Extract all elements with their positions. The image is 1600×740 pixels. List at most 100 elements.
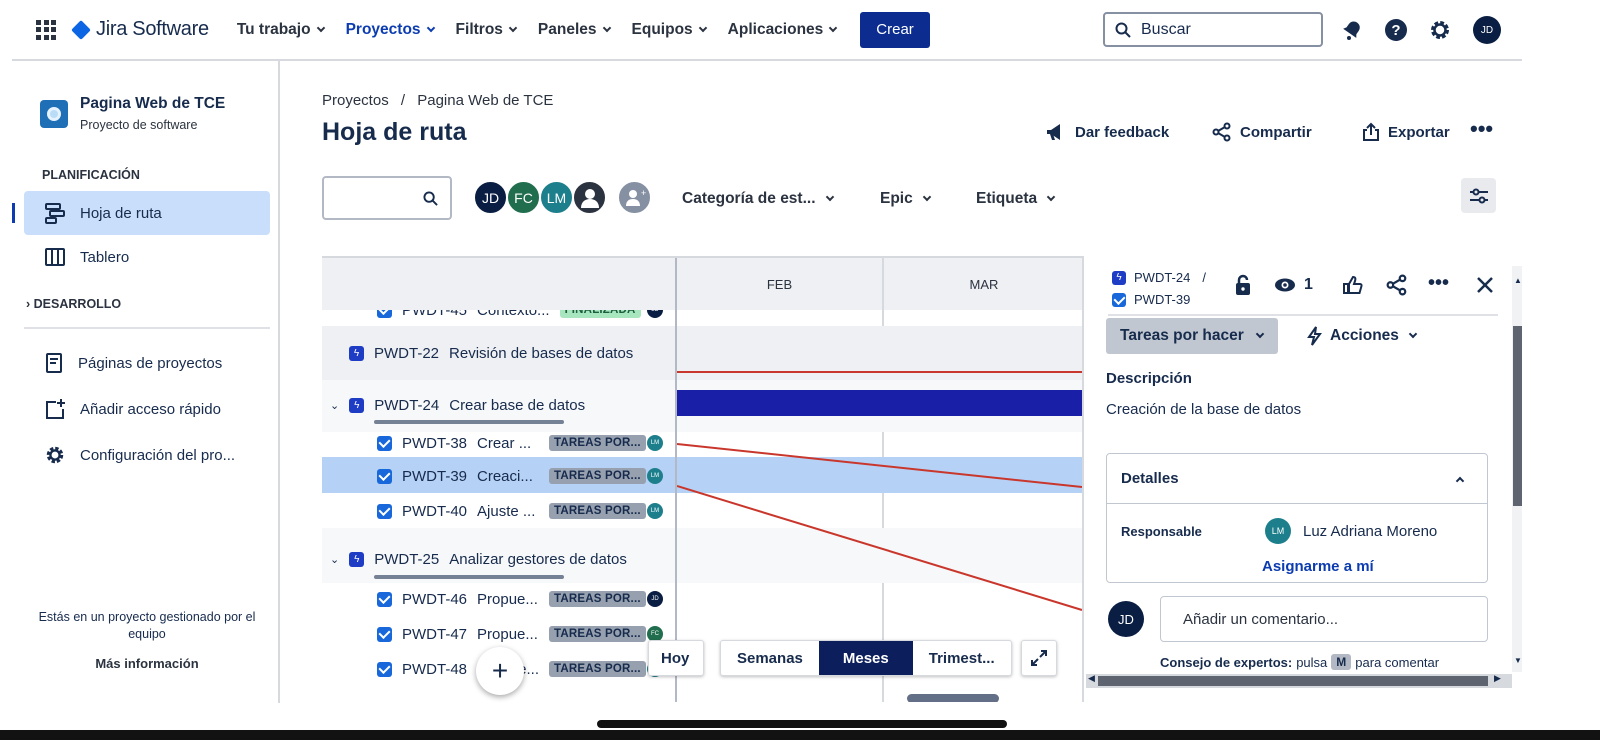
sidebar-item-label: Añadir acceso rápido bbox=[80, 400, 221, 418]
sidebar-item-label: Páginas de proyectos bbox=[78, 354, 223, 372]
more-actions-icon[interactable]: ••• bbox=[1470, 116, 1493, 142]
jira-logo[interactable]: Jira Software bbox=[68, 18, 209, 41]
status-category-filter[interactable]: Categoría de est... bbox=[682, 190, 834, 208]
epic-icon: ϟ bbox=[349, 345, 364, 361]
task-icon bbox=[1112, 292, 1126, 307]
search-input[interactable]: Buscar bbox=[1103, 12, 1323, 47]
issue-summary: Analizar gestores de datos bbox=[449, 550, 627, 568]
comment-input[interactable]: Añadir un comentario... bbox=[1160, 596, 1488, 642]
today-button[interactable]: Hoy bbox=[648, 640, 704, 676]
sidebar-item-add-shortcut[interactable]: Añadir acceso rápido bbox=[24, 387, 270, 431]
quarters-option[interactable]: Trimest... bbox=[913, 641, 1011, 675]
details-title: Detalles bbox=[1121, 470, 1179, 487]
parent-breadcrumb[interactable]: ϟ PWDT-24 / bbox=[1112, 270, 1206, 285]
avatar-filter-jd[interactable]: JD bbox=[473, 180, 508, 215]
share-icon[interactable] bbox=[1386, 274, 1408, 296]
nav-equipos[interactable]: Equipos bbox=[632, 21, 707, 39]
development-section[interactable]: › DESARROLLO bbox=[26, 297, 121, 311]
epic-filter[interactable]: Epic bbox=[880, 190, 931, 208]
sidebar-item-project-pages[interactable]: Páginas de proyectos bbox=[24, 341, 270, 385]
nav-paneles[interactable]: Paneles bbox=[538, 21, 611, 39]
status-dropdown[interactable]: Tareas por hacer bbox=[1106, 318, 1278, 354]
issue-summary: Crear base de datos bbox=[449, 396, 586, 414]
status-badge: TAREAS POR... bbox=[549, 626, 646, 642]
table-row[interactable]: PWDT-47 Propue... TAREAS POR... FC bbox=[322, 621, 677, 647]
vertical-scrollbar-thumb[interactable] bbox=[1513, 326, 1522, 506]
nav-label: Proyectos bbox=[345, 20, 421, 38]
issue-key: PWDT-48 bbox=[402, 660, 468, 678]
close-icon[interactable] bbox=[1476, 276, 1494, 294]
label-filter[interactable]: Etiqueta bbox=[976, 190, 1056, 208]
thumbs-up-icon[interactable] bbox=[1342, 274, 1364, 296]
chevron-down-icon bbox=[1408, 329, 1418, 339]
watchers-count: 1 bbox=[1304, 276, 1313, 293]
notifications-icon[interactable] bbox=[1340, 18, 1364, 42]
planning-section-title: PLANIFICACIÓN bbox=[42, 168, 140, 182]
breadcrumb-projects[interactable]: Proyectos bbox=[322, 92, 389, 109]
more-options-icon[interactable]: ••• bbox=[1428, 272, 1449, 295]
nav-aplicaciones[interactable]: Aplicaciones bbox=[728, 21, 838, 39]
create-issue-button[interactable]: + bbox=[476, 647, 524, 695]
scroll-left-icon[interactable]: ◀ bbox=[1088, 673, 1095, 684]
user-avatar[interactable]: JD bbox=[1473, 16, 1501, 44]
chevron-down-icon[interactable]: ⌄ bbox=[330, 553, 339, 566]
issue-key: PWDT-22 bbox=[374, 344, 440, 362]
export-button[interactable]: Exportar bbox=[1362, 122, 1450, 142]
table-row[interactable]: PWDT-46 Propue... TAREAS POR... JD bbox=[322, 586, 677, 612]
issue-key-link[interactable]: PWDT-39 bbox=[1112, 292, 1190, 307]
help-icon[interactable]: ? bbox=[1384, 18, 1408, 42]
settings-gear-icon[interactable] bbox=[1428, 18, 1452, 42]
roadmap-search-input[interactable] bbox=[322, 176, 452, 220]
share-button[interactable]: Compartir bbox=[1212, 122, 1312, 142]
description-text[interactable]: Creación de la base de datos bbox=[1106, 401, 1301, 418]
nav-proyectos[interactable]: Proyectos bbox=[345, 20, 435, 39]
weeks-option[interactable]: Semanas bbox=[721, 641, 819, 675]
actions-dropdown[interactable]: Acciones bbox=[1306, 326, 1418, 346]
unlock-icon[interactable] bbox=[1234, 274, 1252, 296]
horizontal-scrollbar[interactable] bbox=[907, 694, 999, 702]
create-button[interactable]: Crear bbox=[860, 11, 930, 48]
project-header[interactable]: Pagina Web de TCE Proyecto de software bbox=[40, 95, 225, 132]
table-row[interactable]: PWDT-40 Ajuste ... TAREAS POR... LM bbox=[322, 498, 677, 524]
selected-indicator bbox=[12, 203, 15, 223]
export-label: Exportar bbox=[1388, 123, 1450, 141]
status-badge: TAREAS POR... bbox=[549, 591, 646, 607]
table-row[interactable]: PWDT-39 Creaci... TAREAS POR... LM bbox=[322, 463, 677, 489]
add-people-icon[interactable]: + bbox=[617, 180, 652, 215]
avatar-filter-lm[interactable]: LM bbox=[539, 180, 574, 215]
filter-label: Etiqueta bbox=[976, 190, 1038, 207]
table-row[interactable]: PWDT-38 Crear ... TAREAS POR... LM bbox=[322, 430, 677, 456]
issue-key: PWDT-40 bbox=[402, 502, 468, 520]
app-switcher-icon[interactable] bbox=[36, 19, 56, 40]
scroll-up-icon[interactable]: ▲ bbox=[1514, 276, 1522, 285]
months-option[interactable]: Meses bbox=[818, 641, 913, 675]
sidebar-item-project-settings[interactable]: Configuración del pro... bbox=[24, 433, 270, 477]
avatar-filter-fc[interactable]: FC bbox=[506, 180, 541, 215]
view-settings-button[interactable] bbox=[1461, 178, 1496, 213]
page-title: Hoja de ruta bbox=[322, 118, 467, 146]
issue-summary: Propue... bbox=[477, 590, 538, 608]
nav-filtros[interactable]: Filtros bbox=[456, 21, 518, 39]
assignee-field[interactable]: LM Luz Adriana Moreno bbox=[1265, 518, 1437, 544]
sidebar-item-board[interactable]: Tablero bbox=[24, 235, 270, 279]
task-icon bbox=[377, 503, 392, 519]
nav-tu-trabajo[interactable]: Tu trabajo bbox=[237, 21, 325, 39]
feedback-button[interactable]: Dar feedback bbox=[1045, 122, 1169, 142]
fullscreen-button[interactable] bbox=[1021, 640, 1057, 676]
assign-to-me-link[interactable]: Asignarme a mí bbox=[1262, 558, 1374, 575]
breadcrumb-project[interactable]: Pagina Web de TCE bbox=[417, 92, 553, 109]
sidebar-item-roadmap[interactable]: Hoja de ruta bbox=[12, 191, 270, 235]
more-info-link[interactable]: Más información bbox=[22, 656, 272, 671]
task-icon bbox=[377, 626, 392, 642]
scroll-down-icon[interactable]: ▼ bbox=[1514, 656, 1522, 665]
horizontal-scrollbar-thumb[interactable] bbox=[1098, 676, 1488, 686]
watchers-button[interactable]: 1 bbox=[1274, 276, 1313, 294]
avatar-filter-unassigned-icon[interactable] bbox=[572, 180, 607, 215]
home-indicator[interactable] bbox=[597, 720, 1007, 728]
chevron-down-icon bbox=[316, 23, 325, 32]
epic-icon: ϟ bbox=[349, 551, 365, 567]
details-header[interactable]: Detalles bbox=[1107, 454, 1487, 504]
chevron-down-icon[interactable]: ⌄ bbox=[330, 399, 339, 412]
table-row[interactable]: ϟ PWDT-22 Revisión de bases de datos bbox=[322, 326, 677, 380]
scroll-right-icon[interactable]: ▶ bbox=[1494, 673, 1501, 684]
